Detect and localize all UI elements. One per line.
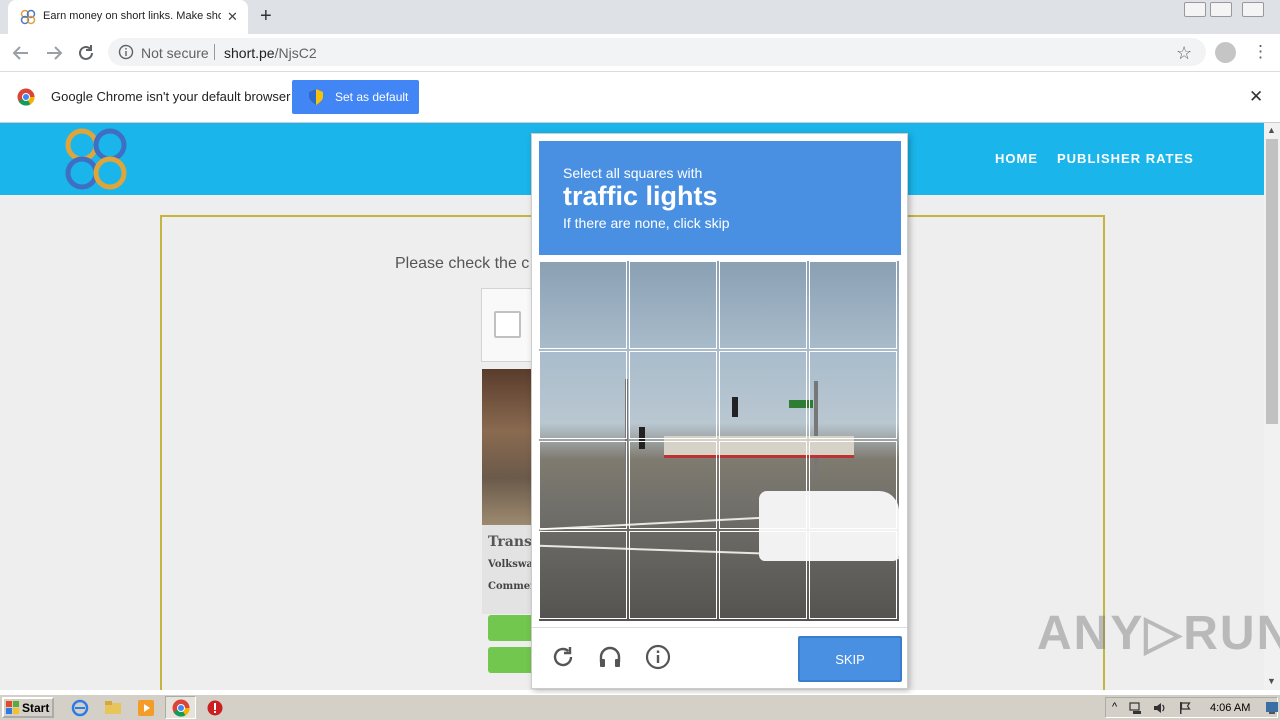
windows-logo-icon — [6, 701, 19, 714]
network-icon[interactable] — [1129, 701, 1143, 715]
url-host: short.pe — [224, 45, 275, 61]
minimize-window-button[interactable] — [1184, 2, 1206, 17]
grid-tile[interactable] — [539, 261, 627, 349]
tray-expand-icon[interactable]: ^ — [1112, 701, 1117, 713]
grid-tile[interactable] — [719, 351, 807, 439]
start-button[interactable]: Start — [2, 697, 54, 718]
infobar-close-icon[interactable]: ✕ — [1249, 87, 1263, 107]
grid-tile[interactable] — [719, 261, 807, 349]
grid-tile[interactable] — [539, 351, 627, 439]
challenge-target: traffic lights — [563, 181, 718, 211]
security-alert-icon[interactable] — [206, 699, 224, 717]
grid-tile[interactable] — [719, 531, 807, 619]
site-info-icon[interactable] — [118, 44, 134, 60]
browser-toolbar: Not secure short.pe/NjsC2 ☆ ⋮ — [0, 34, 1280, 72]
chrome-logo-icon — [17, 88, 35, 106]
action-center-flag-icon[interactable] — [1178, 701, 1192, 715]
grid-tile[interactable] — [719, 441, 807, 529]
challenge-hint: If there are none, click skip — [563, 215, 730, 231]
challenge-image-grid — [539, 261, 899, 621]
address-bar[interactable]: Not secure short.pe/NjsC2 — [108, 38, 1206, 66]
security-label: Not secure — [141, 45, 209, 61]
default-browser-infobar: Google Chrome isn't your default browser… — [0, 72, 1280, 123]
grid-tile[interactable] — [809, 261, 897, 349]
tab-title: Earn money on short links. Make sho — [43, 10, 221, 22]
site-favicon-icon — [20, 9, 36, 25]
omnibox-divider — [214, 44, 215, 60]
grid-tile[interactable] — [629, 441, 717, 529]
skip-button[interactable]: SKIP — [798, 636, 902, 682]
restore-window-button[interactable] — [1210, 2, 1232, 17]
challenge-prompt: Select all squares with — [563, 165, 703, 181]
challenge-footer: SKIP — [532, 627, 907, 688]
infobar-message: Google Chrome isn't your default browser — [51, 89, 291, 104]
system-tray: ^ 4:06 AM — [1105, 697, 1278, 718]
uac-shield-icon — [309, 89, 323, 105]
grid-tile[interactable] — [809, 441, 897, 529]
media-player-icon[interactable] — [137, 699, 155, 717]
tab-strip: Earn money on short links. Make sho ✕ + — [0, 0, 1280, 34]
url-path: /NjsC2 — [274, 45, 317, 61]
grid-tile[interactable] — [809, 351, 897, 439]
scroll-up-icon[interactable]: ▲ — [1267, 125, 1276, 135]
grid-tile[interactable] — [809, 531, 897, 619]
reload-icon[interactable] — [550, 644, 576, 670]
forward-icon[interactable] — [43, 42, 65, 64]
start-label: Start — [22, 701, 50, 715]
info-icon[interactable] — [645, 644, 671, 670]
set-as-default-label: Set as default — [335, 90, 409, 104]
taskbar-chrome-button[interactable] — [165, 696, 196, 719]
volume-icon[interactable] — [1152, 701, 1166, 715]
profile-avatar[interactable] — [1215, 42, 1236, 63]
url-text[interactable]: short.pe/NjsC2 — [224, 45, 317, 61]
grid-tile[interactable] — [539, 531, 627, 619]
grid-tile[interactable] — [539, 441, 627, 529]
anyrun-watermark: ANY▷RUN — [1037, 607, 1280, 660]
ad-caption: Commer — [488, 581, 536, 592]
scroll-thumb[interactable] — [1266, 139, 1278, 424]
nav-publisher-rates-link[interactable]: PUBLISHER RATES — [1057, 151, 1194, 166]
chrome-taskbar-icon — [172, 699, 190, 717]
ad-subtitle: Volkswa — [488, 559, 533, 570]
new-tab-button[interactable]: + — [260, 5, 272, 28]
recaptcha-checkbox[interactable] — [494, 311, 521, 338]
show-desktop-icon[interactable] — [1266, 701, 1278, 715]
captcha-instruction: Please check the c — [395, 255, 530, 272]
challenge-header: Select all squares with traffic lights I… — [539, 141, 901, 255]
browser-tab[interactable]: Earn money on short links. Make sho ✕ — [8, 0, 248, 34]
explorer-folder-icon[interactable] — [104, 699, 122, 717]
grid-tile[interactable] — [629, 351, 717, 439]
scroll-down-icon[interactable]: ▼ — [1267, 676, 1276, 686]
reload-page-icon[interactable] — [75, 42, 97, 64]
grid-tile[interactable] — [629, 261, 717, 349]
audio-icon[interactable] — [597, 644, 623, 670]
nav-home-link[interactable]: HOME — [995, 151, 1038, 166]
taskbar-clock[interactable]: 4:06 AM — [1210, 702, 1250, 714]
browser-menu-icon[interactable]: ⋮ — [1252, 42, 1269, 62]
close-window-button[interactable] — [1242, 2, 1264, 17]
grid-tile[interactable] — [629, 531, 717, 619]
tab-close-icon[interactable]: ✕ — [227, 9, 238, 25]
back-icon[interactable] — [10, 42, 32, 64]
internet-explorer-icon[interactable] — [71, 699, 89, 717]
recaptcha-challenge: Select all squares with traffic lights I… — [531, 133, 908, 689]
set-as-default-button[interactable]: Set as default — [292, 80, 419, 114]
windows-taskbar: Start ^ 4:06 AM — [0, 694, 1280, 720]
site-logo[interactable] — [60, 123, 132, 195]
bookmark-star-icon[interactable]: ☆ — [1176, 43, 1192, 64]
